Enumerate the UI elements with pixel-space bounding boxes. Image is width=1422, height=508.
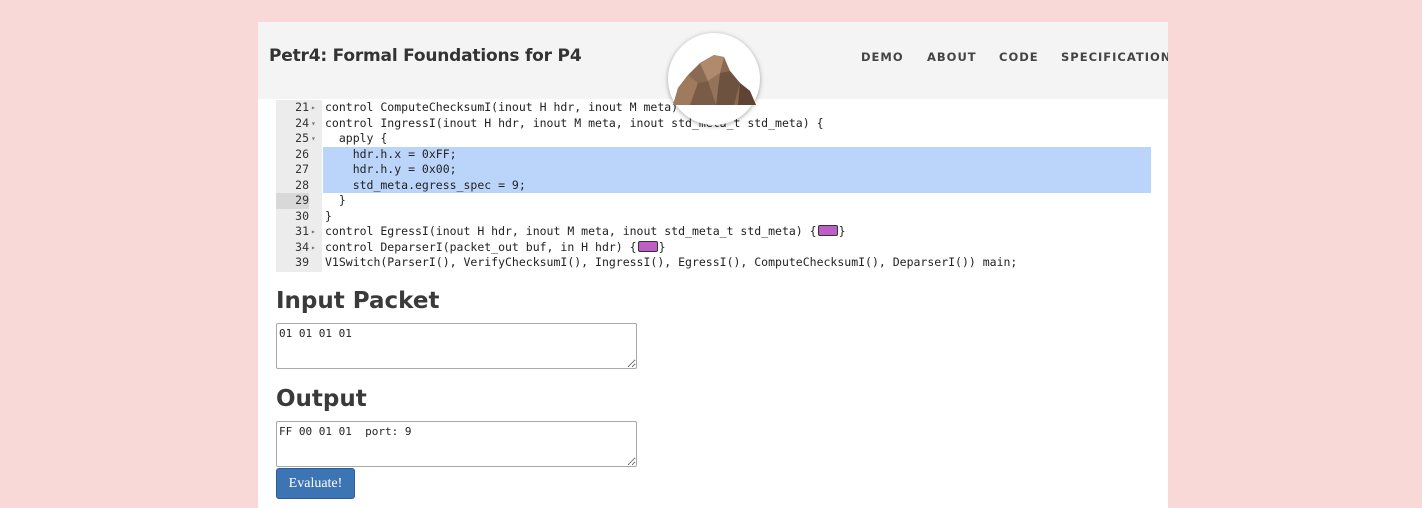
line-number: 30 bbox=[295, 208, 309, 223]
evaluate-button[interactable]: Evaluate! bbox=[276, 468, 355, 499]
fold-arrow-icon[interactable]: ▸ bbox=[311, 224, 321, 240]
code-line-highlighted: 26 hdr.h.x = 0xFF; bbox=[276, 146, 1151, 162]
code-editor[interactable]: 21 ▸ control ComputeChecksumI(inout H hd… bbox=[276, 100, 1151, 272]
line-number: 21 bbox=[295, 100, 309, 114]
code-text: V1Switch(ParserI(), VerifyChecksumI(), I… bbox=[325, 255, 1018, 269]
nav-about[interactable]: ABOUT bbox=[927, 50, 977, 64]
nav-code[interactable]: CODE bbox=[999, 50, 1039, 64]
closing-brace: } bbox=[658, 239, 666, 254]
rock-logo-icon bbox=[673, 55, 756, 105]
folded-code-marker-icon[interactable] bbox=[817, 225, 838, 236]
line-number: 26 bbox=[295, 146, 309, 161]
line-number: 39 bbox=[295, 255, 309, 269]
line-number: 31 bbox=[295, 224, 309, 238]
line-number: 24 bbox=[295, 115, 309, 130]
rock-logo bbox=[668, 33, 760, 125]
folded-code-marker-icon[interactable] bbox=[637, 240, 658, 252]
output-heading: Output bbox=[276, 386, 367, 412]
nav-specification[interactable]: SPECIFICATION bbox=[1061, 50, 1168, 64]
output-field[interactable]: FF 00 01 01 port: 9 bbox=[276, 421, 637, 467]
code-line-active: 29 } bbox=[276, 193, 1151, 209]
fold-arrow-icon[interactable]: ▾ bbox=[311, 131, 321, 147]
code-line: 34 ▸ control DeparserI(packet_out buf, i… bbox=[276, 240, 1151, 256]
fold-arrow-icon[interactable]: ▾ bbox=[311, 116, 321, 132]
nav-demo[interactable]: DEMO bbox=[861, 50, 904, 64]
closing-brace: } bbox=[838, 224, 846, 238]
code-line: 25 ▾ apply { bbox=[276, 131, 1151, 147]
input-packet-field[interactable]: 01 01 01 01 bbox=[276, 323, 637, 369]
code-text: hdr.h.x = 0xFF; bbox=[325, 146, 457, 161]
fold-arrow-icon[interactable]: ▸ bbox=[311, 240, 321, 256]
code-text: apply { bbox=[325, 131, 388, 145]
code-text: control DeparserI(packet_out buf, in H h… bbox=[325, 239, 637, 254]
code-line: 31 ▸ control EgressI(inout H hdr, inout … bbox=[276, 224, 1151, 240]
line-number: 27 bbox=[295, 162, 309, 176]
fold-arrow-icon[interactable]: ▸ bbox=[311, 100, 321, 116]
code-text: hdr.h.y = 0x00; bbox=[325, 162, 457, 176]
code-line: 39 V1Switch(ParserI(), VerifyChecksumI()… bbox=[276, 255, 1151, 271]
code-text: control ComputeChecksumI(inout H hdr, in… bbox=[325, 100, 692, 114]
code-line-highlighted: 28 std_meta.egress_spec = 9; bbox=[276, 177, 1151, 193]
code-text: control EgressI(inout H hdr, inout M met… bbox=[325, 224, 817, 238]
code-text: } bbox=[325, 208, 332, 223]
code-line: 30 } bbox=[276, 209, 1151, 225]
code-text: } bbox=[325, 193, 346, 207]
page: Petr4: Formal Foundations for P4 DEMO AB… bbox=[258, 22, 1168, 508]
code-line-highlighted: 27 hdr.h.y = 0x00; bbox=[276, 162, 1151, 178]
input-packet-heading: Input Packet bbox=[276, 288, 440, 314]
code-text: std_meta.egress_spec = 9; bbox=[325, 177, 526, 192]
line-number: 34 bbox=[295, 239, 309, 254]
line-number: 29 bbox=[276, 193, 309, 209]
line-number: 25 bbox=[295, 131, 309, 145]
line-number: 28 bbox=[295, 177, 309, 192]
